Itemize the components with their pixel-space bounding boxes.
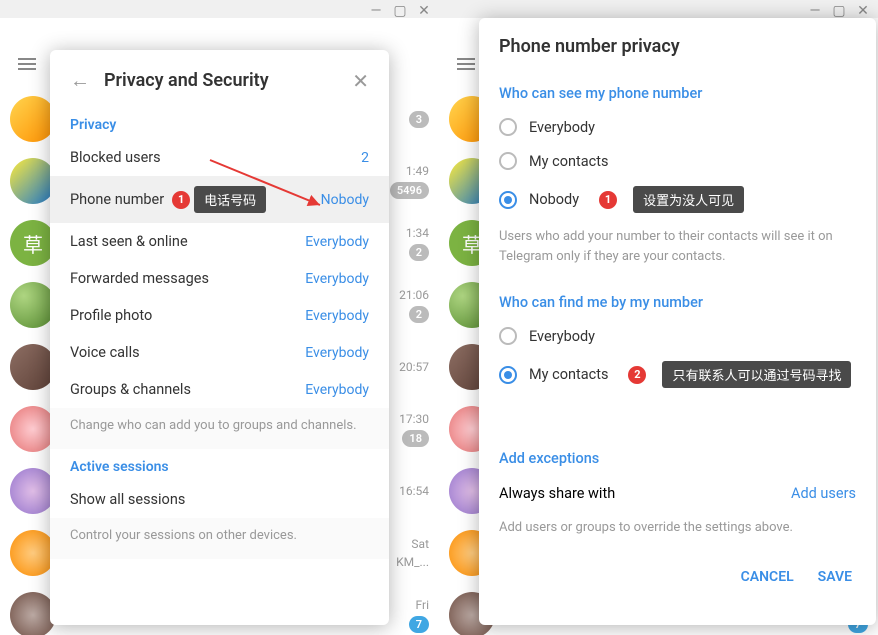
phone-number-row[interactable]: Phone number 1 电话号码 Nobody bbox=[50, 176, 389, 223]
radio-icon bbox=[499, 152, 517, 170]
window-controls: — ▢ ✕ bbox=[361, 0, 439, 22]
privacy-security-modal: ← Privacy and Security ✕ Privacy Blocked… bbox=[50, 50, 389, 625]
unread-badge: 2 bbox=[409, 306, 429, 323]
setting-value: Everybody bbox=[305, 271, 369, 287]
radio-everybody-find[interactable]: Everybody bbox=[479, 319, 876, 353]
find-hint bbox=[479, 396, 876, 436]
always-share-row[interactable]: Always share with Add users bbox=[479, 475, 876, 512]
annotation-badge: 2 bbox=[628, 366, 646, 384]
setting-label: Show all sessions bbox=[70, 491, 185, 508]
modal-title: Privacy and Security bbox=[104, 70, 338, 91]
menu-icon[interactable] bbox=[18, 58, 36, 70]
see-hint: Users who add your number to their conta… bbox=[479, 221, 876, 280]
active-sessions-label[interactable]: Active sessions bbox=[50, 449, 389, 481]
who-can-see-label: Who can see my phone number bbox=[479, 71, 876, 110]
exceptions-hint: Add users or groups to override the sett… bbox=[479, 512, 876, 552]
forwarded-messages-row[interactable]: Forwarded messages Everybody bbox=[50, 260, 389, 297]
always-share-label: Always share with bbox=[499, 485, 615, 502]
setting-label: Last seen & online bbox=[70, 233, 188, 250]
cancel-button[interactable]: CANCEL bbox=[741, 569, 794, 585]
chat-time: 1:34 bbox=[406, 226, 429, 240]
radio-icon bbox=[499, 327, 517, 345]
who-can-find-label: Who can find me by my number bbox=[479, 280, 876, 319]
annotation-badge: 1 bbox=[172, 191, 190, 209]
radio-label: My contacts bbox=[529, 153, 608, 170]
close-icon[interactable]: ✕ bbox=[856, 4, 870, 18]
voice-calls-row[interactable]: Voice calls Everybody bbox=[50, 334, 389, 371]
unread-badge: 7 bbox=[409, 616, 429, 633]
last-seen-row[interactable]: Last seen & online Everybody bbox=[50, 223, 389, 260]
setting-value: 2 bbox=[361, 150, 369, 166]
left-pane: — ▢ ✕ 3 1:495496 草1:342 21:062 20:57 17:… bbox=[0, 0, 439, 635]
groups-hint: Change who can add you to groups and cha… bbox=[50, 408, 389, 449]
chat-time: 20:57 bbox=[399, 360, 429, 374]
radio-label: Everybody bbox=[529, 328, 595, 345]
modal-header: ← Privacy and Security ✕ bbox=[50, 50, 389, 107]
annotation-label: 只有联系人可以通过号码寻找 bbox=[662, 361, 851, 388]
add-users-link[interactable]: Add users bbox=[791, 485, 856, 502]
radio-contacts-see[interactable]: My contacts bbox=[479, 144, 876, 178]
maximize-icon[interactable]: ▢ bbox=[832, 4, 846, 18]
maximize-icon[interactable]: ▢ bbox=[393, 4, 407, 18]
blocked-users-row[interactable]: Blocked users 2 bbox=[50, 139, 389, 176]
setting-value: Everybody bbox=[305, 345, 369, 361]
setting-value: Everybody bbox=[305, 382, 369, 398]
unread-badge: 5496 bbox=[390, 182, 429, 199]
modal-footer: CANCEL SAVE bbox=[479, 551, 876, 603]
setting-value: Everybody bbox=[305, 234, 369, 250]
chat-time: 16:54 bbox=[399, 484, 429, 498]
add-exceptions-label: Add exceptions bbox=[479, 436, 876, 475]
chat-time: Sat bbox=[411, 537, 429, 551]
chat-time: 1:49 bbox=[406, 164, 429, 178]
save-button[interactable]: SAVE bbox=[818, 569, 852, 585]
menu-icon[interactable] bbox=[457, 58, 475, 70]
chat-preview: KM_... bbox=[396, 555, 429, 569]
privacy-section-label: Privacy bbox=[50, 107, 389, 139]
unread-badge: 2 bbox=[409, 244, 429, 261]
radio-nobody-see[interactable]: Nobody 1 设置为没人可见 bbox=[479, 178, 876, 221]
close-icon[interactable]: ✕ bbox=[352, 69, 369, 93]
annotation-label: 电话号码 bbox=[194, 186, 266, 213]
show-all-sessions-row[interactable]: Show all sessions bbox=[50, 481, 389, 518]
radio-contacts-find[interactable]: My contacts 2 只有联系人可以通过号码寻找 bbox=[479, 353, 876, 396]
radio-label: My contacts bbox=[529, 366, 608, 383]
modal-title: Phone number privacy bbox=[499, 36, 856, 57]
setting-label: Profile photo bbox=[70, 307, 152, 324]
annotation-badge: 1 bbox=[599, 191, 617, 209]
modal-header: Phone number privacy bbox=[479, 18, 876, 71]
chat-time: 21:06 bbox=[399, 288, 429, 302]
minimize-icon[interactable]: — bbox=[808, 4, 822, 18]
groups-channels-row[interactable]: Groups & channels Everybody bbox=[50, 371, 389, 408]
sessions-hint: Control your sessions on other devices. bbox=[50, 518, 389, 559]
setting-label: Groups & channels bbox=[70, 381, 191, 398]
right-pane: — ▢ ✕ 3 1:495496 草1:342 21:062 20:57 17:… bbox=[439, 0, 878, 635]
chat-time: Fri bbox=[416, 598, 429, 612]
phone-privacy-modal: Phone number privacy Who can see my phon… bbox=[479, 18, 876, 625]
setting-label: Blocked users bbox=[70, 149, 161, 166]
setting-value: Nobody bbox=[321, 192, 369, 208]
back-arrow-icon[interactable]: ← bbox=[70, 68, 90, 93]
radio-label: Everybody bbox=[529, 119, 595, 136]
close-icon[interactable]: ✕ bbox=[417, 4, 431, 18]
profile-photo-row[interactable]: Profile photo Everybody bbox=[50, 297, 389, 334]
radio-icon bbox=[499, 191, 517, 209]
setting-label: Forwarded messages bbox=[70, 270, 209, 287]
unread-badge: 18 bbox=[402, 430, 429, 447]
setting-value: Everybody bbox=[305, 308, 369, 324]
radio-icon bbox=[499, 118, 517, 136]
annotation-label: 设置为没人可见 bbox=[633, 186, 744, 213]
setting-label: Voice calls bbox=[70, 344, 140, 361]
radio-icon bbox=[499, 366, 517, 384]
minimize-icon[interactable]: — bbox=[369, 4, 383, 18]
setting-label: Phone number bbox=[70, 191, 164, 208]
radio-everybody-see[interactable]: Everybody bbox=[479, 110, 876, 144]
chat-time: 17:30 bbox=[399, 412, 429, 426]
radio-label: Nobody bbox=[529, 191, 579, 208]
unread-badge: 3 bbox=[409, 111, 429, 128]
